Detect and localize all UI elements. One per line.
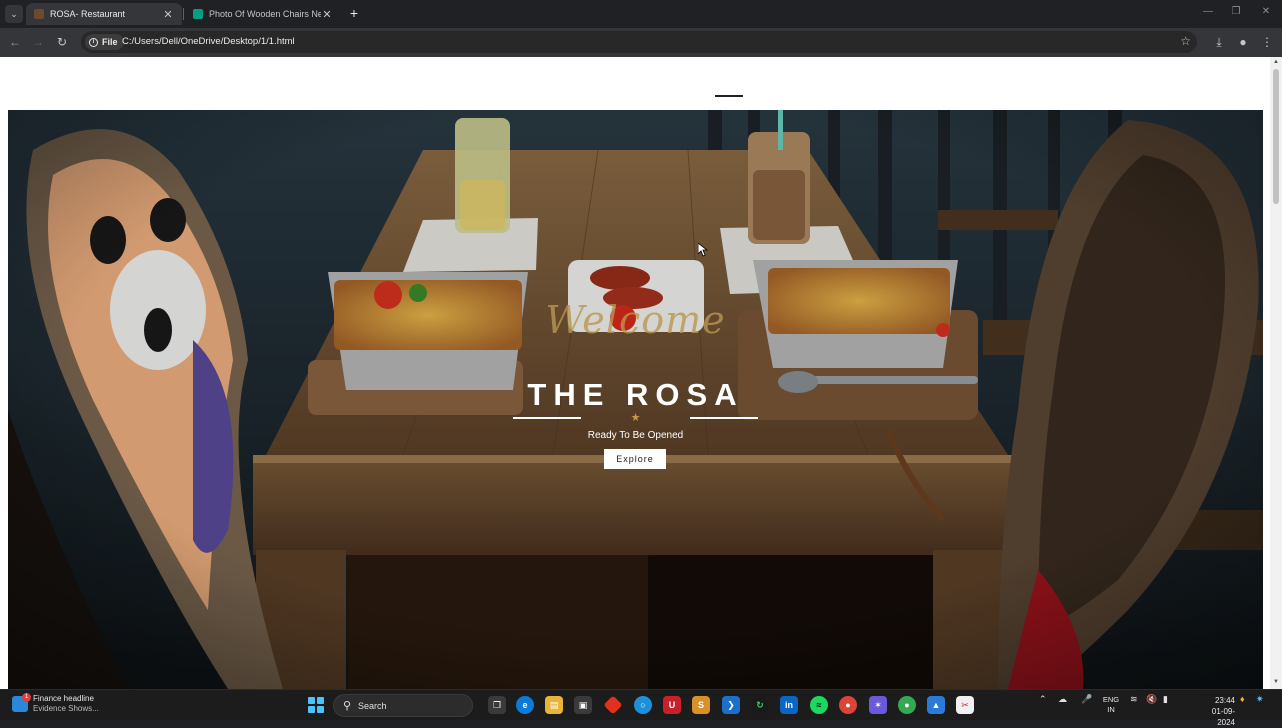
restore-window-icon[interactable]: ❐: [1225, 6, 1247, 17]
task-view-icon[interactable]: ❐: [488, 696, 506, 714]
scroll-down-arrow-icon[interactable]: ▼: [1272, 679, 1280, 687]
hero-tagline: Ready To Be Opened: [587, 430, 684, 441]
mouse-cursor-icon: [698, 243, 708, 257]
download-icon[interactable]: ⤓: [1211, 34, 1227, 50]
browser-tab-strip: ⌄ ROSA- Restaurant ✕ Photo Of Wooden Cha…: [0, 0, 1282, 28]
site-info-button[interactable]: i File: [85, 34, 124, 50]
sublime-text-icon[interactable]: S: [692, 696, 710, 714]
news-widget-icon: 1: [12, 693, 31, 712]
close-tab-icon[interactable]: ✕: [162, 8, 174, 21]
windows-taskbar: 1 Finance headline Evidence Shows... ⚲ S…: [0, 689, 1282, 727]
widget-subtitle: Evidence Shows...: [33, 704, 99, 713]
start-windows-icon[interactable]: [308, 697, 324, 713]
close-tab-icon[interactable]: ✕: [321, 8, 333, 21]
file-explorer-icon[interactable]: ▤: [545, 696, 563, 714]
snipping-tool-icon[interactable]: ✂: [956, 696, 974, 714]
reload-icon[interactable]: ↻: [54, 34, 70, 50]
hero-section: Welcome THE ROSA ★ Ready To Be Opened Ex…: [8, 110, 1263, 689]
tab-title: ROSA- Restaurant: [50, 9, 126, 19]
clock-date: 01-09-2024: [1211, 707, 1235, 727]
url-text[interactable]: C:/Users/Dell/OneDrive/Desktop/1/1.html: [122, 36, 295, 47]
wifi-icon[interactable]: ≋: [1130, 694, 1138, 705]
vscode-icon[interactable]: ❯: [722, 696, 740, 714]
browser-toolbar: ← → ↻ i File C:/Users/Dell/OneDrive/Desk…: [0, 28, 1282, 57]
explore-button[interactable]: Explore: [604, 449, 666, 469]
pexels-favicon-icon: [193, 9, 203, 19]
tab-wooden-chairs-photo[interactable]: Photo Of Wooden Chairs Near ✕: [185, 3, 341, 25]
welcome-script-heading: Welcome: [545, 298, 726, 342]
python-icon[interactable]: ○: [634, 696, 652, 714]
more-menu-icon[interactable]: ⋮: [1259, 34, 1275, 50]
restaurant-favicon-icon: [34, 9, 44, 19]
tab-search-chevron-icon[interactable]: ⌄: [5, 5, 23, 23]
store-icon[interactable]: ▣: [574, 696, 592, 714]
tab-separator: [183, 8, 184, 20]
scrollbar-thumb[interactable]: [1273, 69, 1279, 204]
chrome-icon[interactable]: ●: [839, 696, 857, 714]
linkedin-icon[interactable]: in: [780, 696, 798, 714]
info-icon: i: [89, 37, 98, 47]
refresh-app-icon[interactable]: ↻: [751, 696, 769, 714]
copilot-tray-icon[interactable]: ✷: [1256, 694, 1264, 705]
git-icon[interactable]: [603, 695, 623, 715]
input-language-indicator[interactable]: ENG IN: [1099, 695, 1123, 715]
battery-icon[interactable]: ▮: [1163, 694, 1168, 705]
back-arrow-icon[interactable]: ←: [7, 34, 23, 50]
new-tab-button[interactable]: +: [346, 5, 362, 21]
brand-title: THE ROSA: [527, 377, 744, 412]
edge-icon[interactable]: e: [516, 696, 534, 714]
forward-arrow-icon[interactable]: →: [30, 34, 46, 50]
spotify-icon[interactable]: ≈: [810, 696, 828, 714]
search-label: Search: [358, 701, 387, 711]
tray-overflow-chevron-icon[interactable]: ⌃: [1039, 694, 1047, 705]
widget-title: Finance headline: [33, 694, 94, 703]
chrome-profile-icon[interactable]: ●: [898, 696, 916, 714]
taskbar-search[interactable]: ⚲ Search: [333, 694, 473, 717]
nav-underline: [715, 95, 743, 97]
widget-text: Finance headline Evidence Shows...: [33, 694, 99, 714]
speaker-muted-icon[interactable]: 🔇: [1146, 694, 1157, 705]
bookmark-star-icon[interactable]: ☆: [1180, 34, 1191, 48]
language-region: IN: [1107, 705, 1115, 714]
notification-bell-icon[interactable]: ♦: [1240, 694, 1245, 704]
onedrive-cloud-icon[interactable]: ☁: [1058, 694, 1067, 705]
site-info-label: File: [102, 37, 118, 47]
divider-line-right: [690, 417, 758, 419]
page-viewport: Welcome THE ROSA ★ Ready To Be Opened Ex…: [0, 57, 1270, 689]
copilot-icon[interactable]: ✶: [869, 696, 887, 714]
hero-text-overlay: Welcome THE ROSA ★ Ready To Be Opened Ex…: [8, 110, 1263, 689]
language-code: ENG: [1102, 695, 1120, 704]
minimize-window-icon[interactable]: —: [1197, 6, 1219, 17]
close-window-icon[interactable]: ✕: [1255, 6, 1277, 17]
scroll-up-arrow-icon[interactable]: ▲: [1272, 59, 1280, 67]
tab-rosa-restaurant[interactable]: ROSA- Restaurant ✕: [26, 3, 182, 25]
address-bar[interactable]: i File C:/Users/Dell/OneDrive/Desktop/1/…: [81, 31, 1197, 53]
system-clock[interactable]: 23:44 01-09-2024: [1195, 695, 1235, 728]
search-icon: ⚲: [343, 700, 352, 712]
microphone-icon[interactable]: 🎤: [1081, 694, 1092, 705]
divider-star-icon: ★: [630, 412, 641, 424]
widget-badge: 1: [22, 693, 31, 702]
page-scrollbar[interactable]: ▲ ▼: [1270, 57, 1282, 689]
tab-title: Photo Of Wooden Chairs Near: [209, 9, 321, 19]
mcafee-icon[interactable]: U: [663, 696, 681, 714]
profile-icon[interactable]: ●: [1235, 34, 1251, 50]
image-editor-icon[interactable]: ▲: [927, 696, 945, 714]
news-widget[interactable]: 1 Finance headline Evidence Shows...: [12, 693, 99, 714]
clock-time: 23:44: [1214, 696, 1235, 705]
